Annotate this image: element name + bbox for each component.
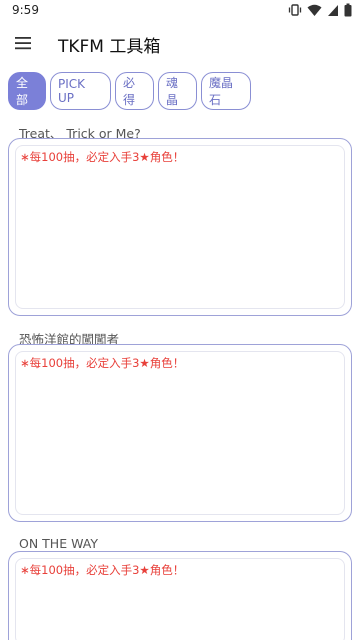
banner-title: ON THE WAY xyxy=(19,536,98,551)
chip-guaranteed[interactable]: 必得 xyxy=(115,72,154,110)
chip-all[interactable]: 全部 xyxy=(8,72,46,110)
filter-chip-row: 全部 PICK UP 必得 魂晶 魔晶石 xyxy=(8,72,251,110)
banner-notice: ∗每100抽，必定入手3★角色！ xyxy=(20,562,189,578)
cellular-icon xyxy=(327,4,339,17)
banner-card[interactable]: Treat、 Trick or Me? ∗每100抽，必定入手3★角色！ xyxy=(8,123,352,318)
vibrate-icon xyxy=(288,3,302,17)
banner-notice: ∗每100抽，必定入手3★角色！ xyxy=(20,355,189,371)
banner-card[interactable]: ON THE WAY ∗每100抽，必定入手3★角色！ xyxy=(8,536,352,640)
status-bar: 9:59 xyxy=(0,0,360,24)
chip-soul-crystal[interactable]: 魂晶 xyxy=(158,72,197,110)
banner-notice: ∗每100抽，必定入手3★角色！ xyxy=(20,149,189,165)
chip-pick-up[interactable]: PICK UP xyxy=(50,72,111,110)
status-icons xyxy=(288,3,352,17)
app-bar: TKFM 工具箱 xyxy=(0,24,360,64)
status-time: 9:59 xyxy=(12,3,39,17)
banner-frame: ∗每100抽，必定入手3★角色！ xyxy=(8,551,352,640)
banner-card[interactable]: 恐怖洋館的闖闖者 ∗每100抽，必定入手3★角色！ xyxy=(8,329,352,524)
banner-frame: ∗每100抽，必定入手3★角色！ xyxy=(8,344,352,522)
banner-image-area xyxy=(15,145,345,309)
app-title: TKFM 工具箱 xyxy=(58,37,161,57)
hamburger-menu-icon[interactable] xyxy=(10,30,36,56)
banner-frame: ∗每100抽，必定入手3★角色！ xyxy=(8,138,352,316)
wifi-icon xyxy=(307,4,322,17)
chip-magic-stone[interactable]: 魔晶石 xyxy=(201,72,251,110)
battery-icon xyxy=(344,3,352,17)
banner-image-area xyxy=(15,351,345,515)
